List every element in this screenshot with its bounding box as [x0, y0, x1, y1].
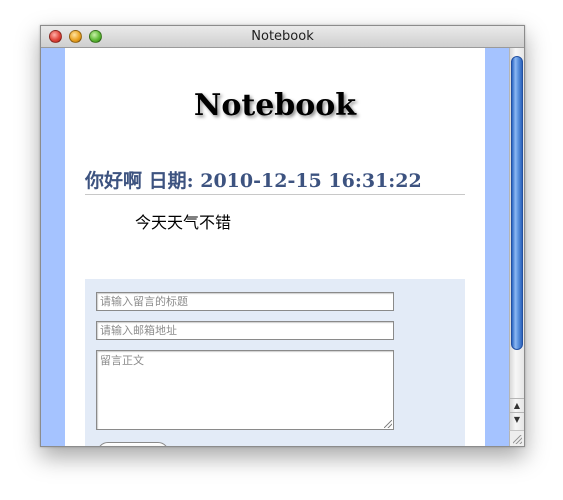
- email-input[interactable]: [96, 321, 394, 340]
- page-content: Notebook 你好啊 日期: 2010-12-15 16:31:22 今天天…: [65, 48, 485, 446]
- scroll-thumb[interactable]: [511, 56, 523, 350]
- browser-window: Notebook Notebook 你好啊 日期: 2010-12-15 16:…: [40, 25, 525, 447]
- scroll-up-arrow-icon[interactable]: ▲: [510, 398, 524, 412]
- scroll-down-arrow-icon[interactable]: ▼: [510, 412, 524, 426]
- window-title: Notebook: [251, 29, 314, 44]
- page-heading: Notebook: [193, 88, 357, 123]
- submit-button[interactable]: [97, 442, 169, 446]
- entry-title: 你好啊 日期: 2010-12-15 16:31:22: [85, 166, 465, 195]
- textarea-resize-handle[interactable]: [384, 420, 392, 428]
- grip-lines: [513, 435, 522, 444]
- comment-body-textarea[interactable]: [96, 350, 394, 430]
- entry-body: 今天天气不错: [135, 213, 232, 232]
- title-bar[interactable]: Notebook: [41, 26, 524, 48]
- vertical-scrollbar[interactable]: ▲ ▼: [509, 48, 524, 446]
- window-resize-grip-icon[interactable]: [509, 430, 524, 446]
- comment-form: [85, 279, 465, 446]
- page-viewport: Notebook 你好啊 日期: 2010-12-15 16:31:22 今天天…: [41, 48, 509, 446]
- comment-title-input[interactable]: [96, 292, 394, 311]
